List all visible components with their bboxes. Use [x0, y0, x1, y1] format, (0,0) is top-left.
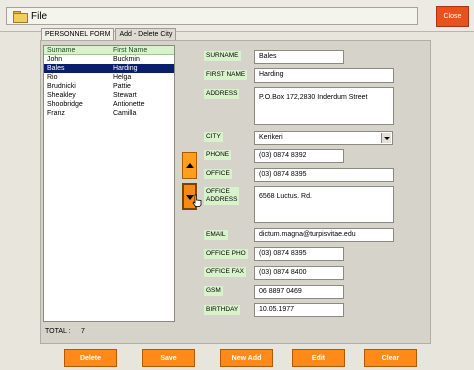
clear-button[interactable]: Clear	[364, 349, 417, 367]
city-select-value: Kerikeri	[259, 134, 283, 141]
office-phone-field[interactable]: (03) 0874 8395	[254, 247, 344, 261]
file-menu-label: File	[31, 10, 48, 22]
list-item-first-name: Buckmin	[113, 56, 140, 63]
total-count: 7	[81, 328, 85, 335]
save-button[interactable]: Save	[142, 349, 195, 367]
phone-label: PHONE	[204, 150, 232, 160]
list-item-first-name: Stewart	[113, 92, 137, 99]
list-item[interactable]: Sheakley Stewart	[44, 91, 174, 100]
tab-add-delete-city[interactable]: Add - Delete City	[115, 28, 177, 40]
office-phone-label: OFFICE PHO	[204, 249, 248, 259]
office-address-label-line2: ADDRESS	[206, 196, 238, 203]
list-item[interactable]: Franz Camilla	[44, 109, 174, 118]
email-label: EMAIL	[204, 230, 228, 240]
office-address-label-line1: OFFICE	[206, 188, 230, 195]
office-fax-label: OFFICE FAX	[204, 267, 246, 277]
surname-field[interactable]: Bales	[254, 50, 344, 64]
list-item-surname: John	[47, 56, 63, 63]
first-name-label: FIRST NAME	[204, 70, 248, 80]
column-header-surname[interactable]: Surname	[44, 46, 110, 54]
office-field[interactable]: (03) 0874 8395	[254, 168, 394, 182]
gsm-label: GSM	[204, 286, 223, 296]
surname-label: SURNAME	[204, 51, 241, 61]
office-label: OFFICE	[204, 169, 232, 179]
list-item-first-name: Pattie	[113, 83, 131, 90]
birthday-label: BIRTHDAY	[204, 305, 241, 315]
list-item-surname: Brudnicki	[47, 83, 76, 90]
new-add-button[interactable]: New Add	[220, 349, 273, 367]
city-label: CITY	[204, 132, 223, 142]
office-address-field[interactable]: 6568 Luctus. Rd.	[254, 186, 394, 223]
list-item-first-name: Helga	[113, 74, 132, 81]
list-item-surname: Bales	[47, 65, 65, 72]
total-label: TOTAL :	[45, 328, 71, 335]
tab-bar: PERSONNEL FORM Add - Delete City	[41, 28, 177, 40]
column-header-first-name[interactable]: First Name	[110, 46, 174, 54]
list-item[interactable]: Brudnicki Pattie	[44, 82, 174, 91]
personnel-list[interactable]: Surname First Name John Buckmin Bales Ha…	[43, 45, 175, 322]
edit-button[interactable]: Edit	[292, 349, 345, 367]
phone-field[interactable]: (03) 0874 8392	[254, 149, 344, 163]
address-field[interactable]: P.O.Box 172,2830 Inderdum Street	[254, 87, 394, 125]
list-item-surname: Franz	[47, 110, 65, 117]
list-item[interactable]: Rio Helga	[44, 73, 174, 82]
folder-icon	[13, 11, 28, 23]
delete-button[interactable]: Delete	[64, 349, 117, 367]
list-item-surname: Rio	[47, 74, 58, 81]
gsm-field[interactable]: 06 8897 0469	[254, 285, 344, 299]
list-header: Surname First Name	[44, 46, 174, 55]
list-item-surname: Shoobridge	[47, 101, 83, 108]
close-button[interactable]: Close	[436, 6, 469, 27]
email-field[interactable]: dictum.magna@turpisvitae.edu	[254, 228, 394, 242]
previous-record-button[interactable]	[182, 152, 197, 179]
office-fax-field[interactable]: (03) 0874 8400	[254, 266, 344, 280]
arrow-up-icon	[186, 163, 194, 168]
address-label: ADDRESS	[204, 89, 240, 99]
list-item-selected[interactable]: Bales Harding	[44, 64, 174, 73]
city-select[interactable]: Kerikeri	[254, 131, 393, 145]
birthday-field[interactable]: 10.05.1977	[254, 303, 344, 317]
list-item-first-name: Camilla	[113, 110, 137, 117]
list-item-surname: Sheakley	[47, 92, 76, 99]
list-item-first-name: Antionette	[113, 101, 145, 108]
hand-pointer-icon	[192, 194, 202, 207]
file-menu[interactable]: File	[6, 7, 418, 25]
office-address-label: OFFICE ADDRESS	[204, 187, 240, 205]
list-item-first-name: Harding	[113, 65, 138, 72]
first-name-field[interactable]: Harding	[254, 68, 394, 83]
chevron-down-icon[interactable]	[381, 133, 391, 143]
list-item[interactable]: Shoobridge Antionette	[44, 100, 174, 109]
tab-personnel-form[interactable]: PERSONNEL FORM	[41, 28, 115, 40]
list-item[interactable]: John Buckmin	[44, 55, 174, 64]
